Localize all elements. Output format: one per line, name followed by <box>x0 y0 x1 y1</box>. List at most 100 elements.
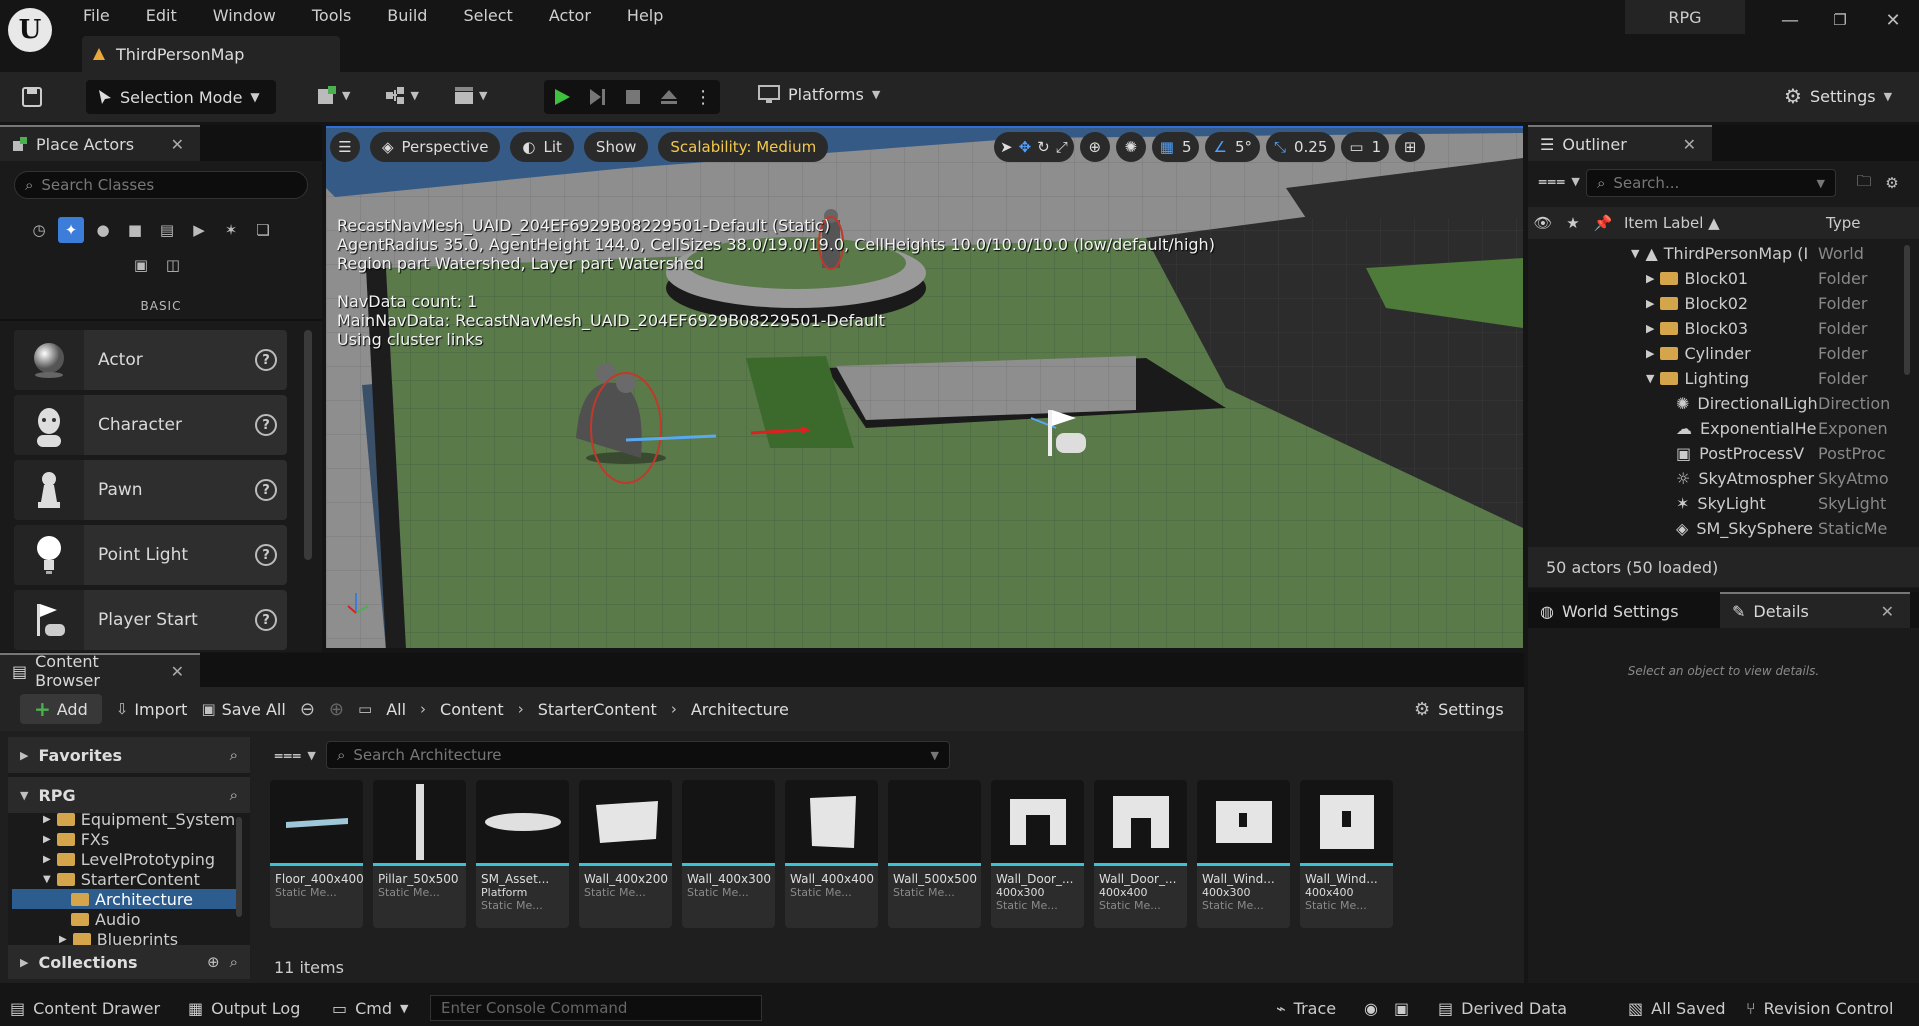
asset-filter[interactable]: ⩶ ▼ <box>274 745 316 765</box>
actor-item-point-light[interactable]: Point Light ? <box>14 525 287 585</box>
asset-tile[interactable]: Pillar_50x500 Static Me... <box>373 780 466 928</box>
actor-item-actor[interactable]: Actor ? <box>14 330 287 390</box>
close-icon[interactable]: ✕ <box>167 662 188 681</box>
help-icon[interactable]: ? <box>255 479 277 501</box>
menu-window[interactable]: Window <box>195 6 294 25</box>
close-icon[interactable]: ✕ <box>1679 135 1700 154</box>
search-icon[interactable]: ⌕ <box>230 953 238 971</box>
tree-folder[interactable]: ▶ Equipment_System <box>43 813 235 829</box>
actor-item-player-start[interactable]: Player Start ? <box>14 590 287 650</box>
asset-tile[interactable]: Floor_400x400 Static Me... <box>270 780 363 928</box>
save-icon[interactable] <box>18 84 46 110</box>
play-icon[interactable] <box>552 87 572 107</box>
content-browser-tab[interactable]: ▤ Content Browser ✕ <box>0 652 200 690</box>
rotate-tool-icon[interactable]: ↻ <box>1037 138 1050 156</box>
outliner-row-world[interactable]: ▼ ▲ ThirdPersonMap (I World <box>1528 241 1919 266</box>
lit-button[interactable]: ◐ Lit <box>510 132 574 162</box>
outliner-row-folder[interactable]: ▶ Block01 Folder <box>1528 266 1919 291</box>
search-classes-input[interactable]: ⌕ Search Classes <box>14 171 308 199</box>
asset-tile[interactable]: Wall_Wind... 400x400 Static Me... <box>1300 780 1393 928</box>
tree-folder[interactable]: ▼ StarterContent <box>43 869 200 889</box>
materials-icon[interactable]: ◫ <box>160 252 186 278</box>
revision-control-button[interactable]: ⑂ Revision Control <box>1746 999 1893 1018</box>
scale-tool-icon[interactable]: ⤢ <box>1056 138 1068 156</box>
cb-settings-button[interactable]: ⚙ Settings <box>1414 699 1504 720</box>
rotation-snap-button[interactable]: ∠ 5° <box>1205 132 1260 162</box>
actor-item-pawn[interactable]: Pawn ? <box>14 460 287 520</box>
restore-button[interactable]: ❐ <box>1825 8 1855 32</box>
search-icon[interactable]: ⌕ <box>230 786 238 804</box>
add-actor-button[interactable]: ▼ <box>316 84 350 106</box>
help-icon[interactable]: ? <box>255 414 277 436</box>
breadcrumb-content[interactable]: Content <box>440 700 504 719</box>
cinematic-icon[interactable]: ▤ <box>154 217 180 243</box>
scrollbar[interactable] <box>304 330 312 560</box>
forward-icon[interactable]: ⊕ <box>329 699 344 720</box>
outliner-search-input[interactable]: ⌕ Search... ▼ <box>1586 169 1836 197</box>
close-icon[interactable]: ✕ <box>167 135 188 154</box>
tree-folder[interactable]: ▶ LevelPrototyping <box>43 849 215 869</box>
scrollbar[interactable] <box>1904 245 1910 375</box>
place-actors-tab[interactable]: Place Actors ✕ <box>0 125 200 161</box>
more-options-icon[interactable]: ⋮ <box>694 87 712 108</box>
outliner-tab[interactable]: ☰ Outliner ✕ <box>1528 125 1712 161</box>
blueprint-button[interactable]: ▼ <box>384 84 419 106</box>
menu-actor[interactable]: Actor <box>531 6 609 25</box>
menu-tools[interactable]: Tools <box>294 6 369 25</box>
menu-help[interactable]: Help <box>609 6 681 25</box>
derived-data-button[interactable]: ▤ Derived Data <box>1438 999 1567 1018</box>
breadcrumb-all[interactable]: All <box>386 700 406 719</box>
world-local-icon[interactable]: ⊕ <box>1079 132 1110 162</box>
visibility-icon[interactable]: 👁 <box>1528 214 1558 232</box>
asset-tile[interactable]: Wall_400x200 Static Me... <box>579 780 672 928</box>
minimize-button[interactable]: — <box>1775 8 1805 32</box>
gear-icon[interactable]: ⚙ <box>1882 173 1902 193</box>
viewport-menu-icon[interactable]: ☰ <box>330 132 360 162</box>
geometry-icon[interactable]: ▣ <box>128 252 154 278</box>
outliner-row-folder[interactable]: ▶ Block02 Folder <box>1528 291 1919 316</box>
add-button[interactable]: + Add <box>20 694 102 724</box>
menu-select[interactable]: Select <box>445 6 530 25</box>
back-icon[interactable]: ⊖ <box>300 699 315 720</box>
outliner-row-actor[interactable]: ☁ ExponentialHe Exponen <box>1528 416 1919 441</box>
menu-file[interactable]: File <box>66 6 128 25</box>
lights-icon[interactable]: ● <box>90 217 116 243</box>
platforms-dropdown[interactable]: Platforms ▼ <box>758 84 880 104</box>
tree-folder-selected[interactable]: Architecture <box>12 889 236 909</box>
recent-icon[interactable]: ◷ <box>26 217 52 243</box>
layout-icon[interactable]: ⊞ <box>1395 132 1426 162</box>
asset-search-input[interactable]: ⌕ Search Architecture ▼ <box>326 741 950 769</box>
visual-effects-icon[interactable]: ▶ <box>186 217 212 243</box>
save-all-button[interactable]: ▣ Save All <box>201 700 285 719</box>
outliner-row-folder[interactable]: ▼ Lighting Folder <box>1528 366 1919 391</box>
shapes-icon[interactable]: ■ <box>122 217 148 243</box>
outliner-row-folder[interactable]: ▶ Cylinder Folder <box>1528 341 1919 366</box>
map-tab[interactable]: ThirdPersonMap <box>82 36 340 72</box>
outliner-row-folder[interactable]: ▶ Block03 Folder <box>1528 316 1919 341</box>
close-window-button[interactable]: ✕ <box>1878 8 1908 32</box>
asset-tile[interactable]: Wall_400x300 Static Me... <box>682 780 775 928</box>
asset-tile[interactable]: Wall_Wind... 400x300 Static Me... <box>1197 780 1290 928</box>
new-folder-icon[interactable]: 🗀 <box>1854 172 1874 193</box>
asset-tile[interactable]: Wall_Door_... 400x300 Static Me... <box>991 780 1084 928</box>
asset-tile[interactable]: SM_Asset... Platform Static Me... <box>476 780 569 928</box>
help-icon[interactable]: ? <box>255 349 277 371</box>
outliner-row-actor[interactable]: ◈ SM_SkySphere StaticMe <box>1528 516 1919 541</box>
camera-icon[interactable]: ▣ <box>1394 999 1409 1018</box>
grid-snap-button[interactable]: ▦ 5 <box>1151 132 1200 162</box>
menu-build[interactable]: Build <box>369 6 445 25</box>
breadcrumb-architecture[interactable]: Architecture <box>691 700 789 719</box>
close-icon[interactable]: ✕ <box>1877 602 1898 621</box>
scrollbar[interactable] <box>236 817 242 917</box>
output-log-button[interactable]: ▦ Output Log <box>188 999 300 1018</box>
outliner-row-actor[interactable]: ☼ SkyAtmospher SkyAtmo <box>1528 466 1919 491</box>
cinematics-button[interactable]: ▼ <box>453 84 487 106</box>
basic-icon[interactable]: ✦ <box>58 217 84 243</box>
content-drawer-button[interactable]: ▤ Content Drawer <box>10 999 160 1018</box>
eject-icon[interactable] <box>659 87 679 107</box>
frame-skip-icon[interactable] <box>587 87 607 107</box>
tree-folder[interactable]: ▶ FXs <box>43 829 109 849</box>
help-icon[interactable]: ? <box>255 544 277 566</box>
settings-dropdown[interactable]: ⚙ Settings ▼ <box>1784 84 1892 108</box>
item-label-column[interactable]: Item Label ▲ <box>1618 214 1818 232</box>
